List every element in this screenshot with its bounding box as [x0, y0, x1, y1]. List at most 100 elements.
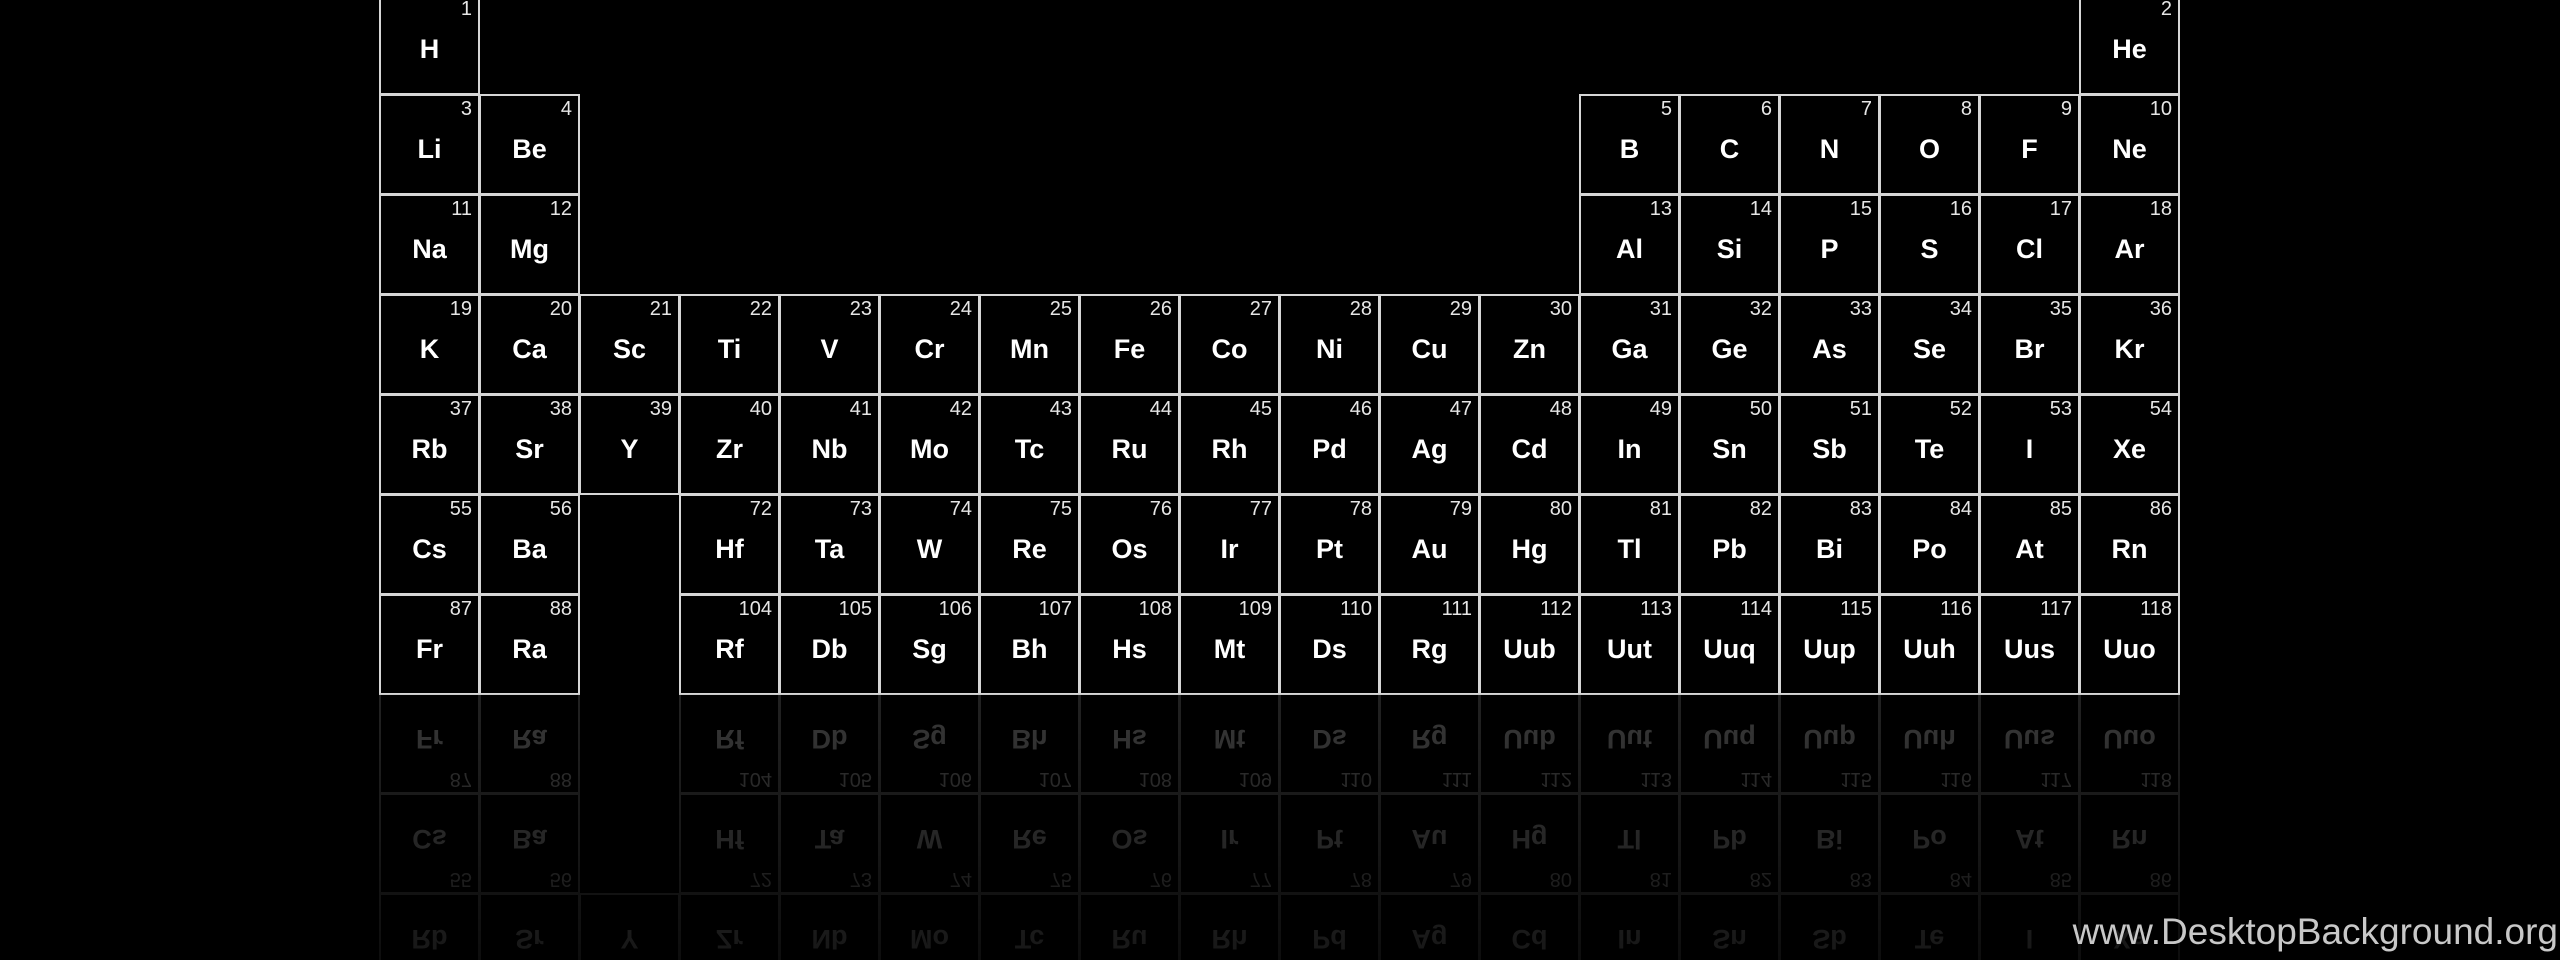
atomic-number: 39 [649, 398, 672, 420]
element-symbol: Cr [914, 334, 945, 364]
element-symbol: Sn [1712, 434, 1747, 464]
element-cell-rh: 45Rh [1179, 893, 1280, 960]
element-symbol: Po [1912, 534, 1947, 564]
element-symbol: Hs [1112, 724, 1147, 754]
element-symbol: Pt [1316, 534, 1343, 564]
element-cell-te: 52Te [1879, 893, 1980, 960]
element-symbol: Uuo [2103, 724, 2156, 754]
element-cell-te: 52Te [1879, 394, 1980, 495]
atomic-number: 83 [1849, 868, 1872, 890]
atomic-number: 73 [849, 498, 872, 520]
atomic-number: 85 [2049, 868, 2072, 890]
element-symbol: Bh [1011, 724, 1048, 754]
element-cell-ni: 28 Ni [1279, 294, 1380, 395]
element-cell-sc: 21 Sc [579, 294, 680, 395]
atomic-number: 108 [1138, 598, 1172, 620]
atomic-number: 82 [1749, 868, 1772, 890]
element-cell-hf: 72 Hf [679, 494, 780, 595]
element-cell-sb: 51Sb [1779, 394, 1880, 495]
element-symbol: In [1617, 434, 1642, 464]
element-symbol: Uus [2003, 724, 2055, 754]
element-cell-p: 15 P [1779, 194, 1880, 295]
element-cell-he: 2 He [2079, 0, 2180, 95]
element-cell-pb: 82 Pb [1679, 793, 1780, 894]
element-cell-fr: 87 Fr [379, 694, 480, 794]
element-symbol: Sc [612, 334, 647, 364]
element-cell-na: 11 Na [379, 194, 480, 295]
element-symbol: Ds [1312, 724, 1347, 754]
atomic-number: 6 [1760, 98, 1772, 120]
atomic-number: 42 [949, 398, 972, 420]
element-cell-sg: 106 Sg [879, 694, 980, 794]
element-symbol: Au [1411, 534, 1448, 564]
element-symbol: Bi [1816, 534, 1843, 564]
element-cell-rb: 37Rb [379, 893, 480, 960]
atomic-number: 48 [1549, 398, 1572, 420]
element-symbol: Uut [1607, 634, 1652, 664]
atomic-number: 14 [1749, 198, 1772, 220]
element-symbol: Zr [716, 924, 743, 954]
atomic-number: 15 [1849, 198, 1872, 220]
element-cell-ds: 110 Ds [1279, 694, 1380, 794]
element-symbol: Ti [717, 334, 742, 364]
element-cell-i: 53 I [1979, 394, 2080, 495]
atomic-number: 81 [1649, 498, 1672, 520]
element-symbol: Nb [811, 924, 848, 954]
element-symbol: Ru [1111, 924, 1148, 954]
element-symbol: Au [1411, 824, 1448, 854]
atomic-number: 74 [949, 868, 972, 890]
element-symbol: Y [620, 924, 639, 954]
element-symbol: Pt [1316, 824, 1343, 854]
atomic-number: 81 [1649, 868, 1672, 890]
atomic-number: 37 [449, 398, 472, 420]
element-symbol: Rg [1411, 634, 1448, 664]
element-cell-sr: 38Sr [479, 394, 580, 495]
element-symbol: Tc [1014, 434, 1045, 464]
element-cell-os: 76 Os [1079, 793, 1180, 894]
element-symbol: F [2021, 134, 2038, 164]
wallpaper-canvas: 1 H 2 He 3 Li 4 Be 5 B 6 C 7 N 8 O 9 F 10 Ne 11 Na 12 Mg 13 Al 14 S… [0, 0, 2560, 960]
atomic-number: 34 [1949, 298, 1972, 320]
watermark-text: www.DesktopBackground.org [2072, 911, 2558, 952]
element-cell-mg: 12 Mg [479, 194, 580, 295]
element-symbol: Y [620, 434, 639, 464]
atomic-number: 46 [1349, 398, 1372, 420]
element-symbol: Pd [1312, 434, 1347, 464]
element-symbol: Te [1914, 924, 1945, 954]
element-cell-tc: 43Tc [979, 394, 1080, 495]
atomic-number: 22 [749, 298, 772, 320]
element-symbol: Tc [1014, 924, 1045, 954]
atomic-number: 3 [460, 98, 472, 120]
atomic-number: 111 [1441, 768, 1472, 790]
element-cell-mt: 109 Mt [1179, 694, 1280, 794]
element-symbol: Ar [2114, 234, 2145, 264]
atomic-number: 11 [451, 198, 472, 220]
atomic-number: 83 [1849, 498, 1872, 520]
element-symbol: Uuq [1703, 724, 1756, 754]
atomic-number: 106 [938, 598, 972, 620]
element-cell-f: 9F [1979, 94, 2080, 195]
element-symbol: Rh [1211, 924, 1248, 954]
element-cell-uuh: 116 Uuh [1879, 694, 1980, 794]
element-symbol: I [2025, 924, 2034, 954]
element-cell-uuo: 118 Uuo [2079, 694, 2180, 794]
atomic-number: 109 [1238, 598, 1272, 620]
element-symbol: Hs [1112, 634, 1147, 664]
element-symbol: O [1918, 134, 1940, 164]
atomic-number: 110 [1340, 598, 1372, 620]
element-symbol: Uus [2003, 634, 2055, 664]
element-cell-k: 19 K [379, 294, 480, 395]
atomic-number: 116 [1940, 598, 1972, 620]
element-cell-ta: 73 Ta [779, 494, 880, 595]
element-symbol: Na [412, 234, 447, 264]
element-symbol: Mo [910, 924, 949, 954]
element-cell-sb: 51Sb [1779, 893, 1880, 960]
element-symbol: Rn [2111, 824, 2148, 854]
element-symbol: Sb [1812, 434, 1847, 464]
element-cell-uuh: 116 Uuh [1879, 594, 1980, 695]
atomic-number: 80 [1549, 868, 1572, 890]
atomic-number: 114 [1740, 768, 1772, 790]
element-cell-nb: 41Nb [779, 893, 880, 960]
atomic-number: 31 [1649, 298, 1672, 320]
element-symbol: Te [1914, 434, 1945, 464]
